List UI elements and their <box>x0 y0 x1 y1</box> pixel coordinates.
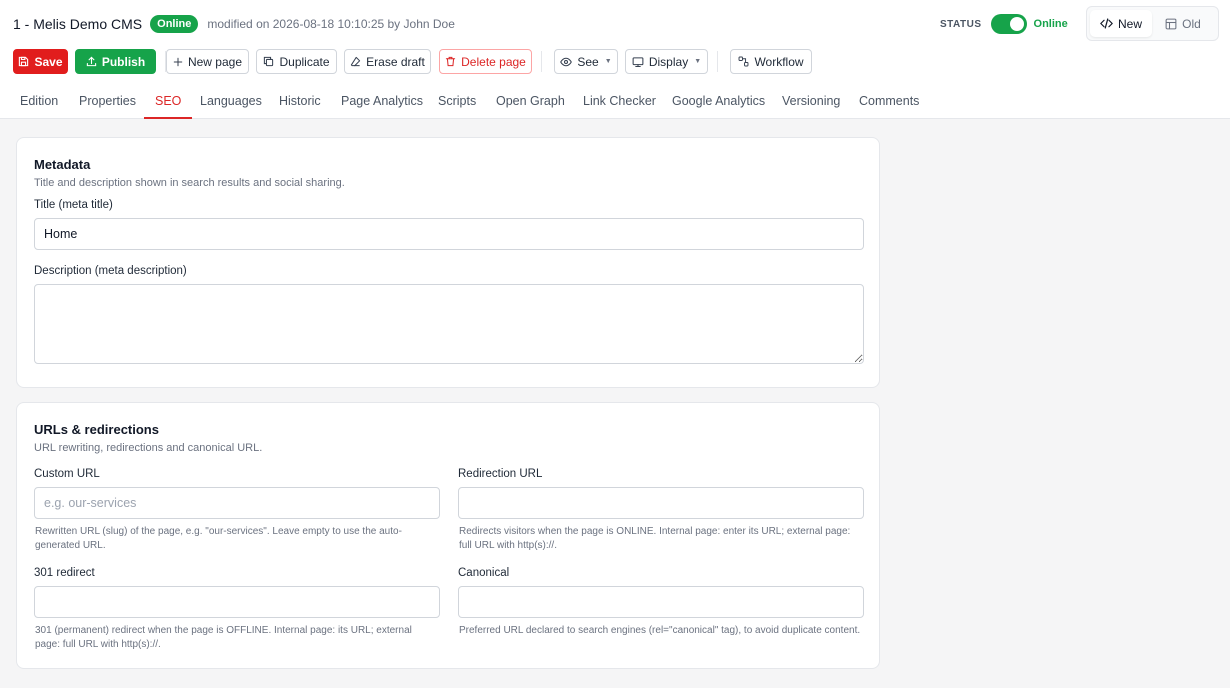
display-dropdown[interactable]: Display ▼ <box>625 49 708 74</box>
custom-url-label: Custom URL <box>34 468 100 480</box>
delete-page-label: Delete page <box>461 54 526 69</box>
save-icon <box>19 56 29 67</box>
urls-title: URLs & redirections <box>34 422 159 437</box>
canonical-input[interactable] <box>458 586 864 618</box>
tab-comments[interactable]: Comments <box>859 84 919 119</box>
canonical-label: Canonical <box>458 567 510 579</box>
page-header: 1 - Melis Demo CMS Online modified on 20… <box>0 0 1230 119</box>
duplicate-label: Duplicate <box>279 54 330 69</box>
meta-description-label: Description (meta description) <box>34 265 187 277</box>
new-page-label: New page <box>187 54 243 69</box>
tab-seo[interactable]: SEO <box>144 84 193 119</box>
toolbar-divider <box>541 51 542 72</box>
metadata-subtitle: Title and description shown in search re… <box>34 177 345 189</box>
version-old-button[interactable]: Old <box>1152 10 1214 37</box>
tab-properties[interactable]: Properties <box>79 84 136 119</box>
toolbar-divider <box>717 51 718 72</box>
tab-open-graph[interactable]: Open Graph <box>496 84 565 119</box>
redirection-url-label: Redirection URL <box>458 468 543 480</box>
duplicate-button[interactable]: Duplicate <box>256 49 337 74</box>
tab-languages[interactable]: Languages <box>200 84 262 119</box>
redirection-url-help: Redirects visitors when the page is ONLI… <box>459 526 851 551</box>
tab-versioning[interactable]: Versioning <box>782 84 840 119</box>
caret-down-icon: ▼ <box>604 58 612 65</box>
plus-icon <box>173 57 183 66</box>
redirection-url-input[interactable] <box>458 487 864 519</box>
delete-page-button[interactable]: Delete page <box>439 49 532 74</box>
online-badge: Online <box>150 15 199 33</box>
version-switch: New Old <box>1086 6 1219 41</box>
code-icon <box>1100 18 1113 29</box>
tab-bar: Edition Properties SEO Languages Histori… <box>0 84 1230 119</box>
metadata-title: Metadata <box>34 157 91 172</box>
status-label: STATUS <box>940 18 982 30</box>
publish-button[interactable]: Publish <box>75 49 156 74</box>
custom-url-input[interactable] <box>34 487 440 519</box>
metadata-card: Metadata Title and description shown in … <box>16 137 880 388</box>
modified-info: modified on 2026-08-18 10:10:25 by John … <box>207 17 455 31</box>
status-toggle[interactable] <box>990 14 1027 34</box>
page-title: 1 - Melis Demo CMS <box>13 16 143 32</box>
urls-subtitle: URL rewriting, redirections and canonica… <box>34 442 263 454</box>
redirect-301-input[interactable] <box>34 586 440 618</box>
workflow-button[interactable]: Workflow <box>730 49 812 74</box>
see-label: See <box>577 54 599 69</box>
redirect-301-label: 301 redirect <box>34 567 95 579</box>
workflow-label: Workflow <box>754 54 804 69</box>
workflow-icon <box>738 56 749 67</box>
layout-icon <box>1165 18 1177 29</box>
custom-url-help: Rewritten URL (slug) of the page, e.g. "… <box>35 526 402 551</box>
erase-draft-button[interactable]: Erase draft <box>344 49 431 74</box>
tab-page-analytics[interactable]: Page Analytics <box>341 84 423 119</box>
redirect-301-help: 301 (permanent) redirect when the page i… <box>35 625 412 650</box>
publish-label: Publish <box>101 54 146 69</box>
status-area: STATUS Online <box>940 14 1068 34</box>
tab-edition[interactable]: Edition <box>20 84 58 119</box>
tab-link-checker[interactable]: Link Checker <box>583 84 656 119</box>
tab-google-analytics[interactable]: Google Analytics <box>672 84 765 119</box>
title-row: 1 - Melis Demo CMS Online modified on 20… <box>13 14 455 34</box>
eye-icon <box>560 57 573 66</box>
new-page-button[interactable]: New page <box>166 49 249 74</box>
canonical-help: Preferred URL declared to search engines… <box>459 625 861 636</box>
caret-down-icon: ▼ <box>694 58 702 65</box>
meta-title-input[interactable] <box>34 218 864 250</box>
see-dropdown[interactable]: See ▼ <box>554 49 618 74</box>
toggle-knob <box>1009 17 1024 31</box>
version-new-button[interactable]: New <box>1090 10 1152 37</box>
save-label: Save <box>34 54 63 69</box>
display-label: Display <box>648 54 689 69</box>
tab-scripts[interactable]: Scripts <box>438 84 476 119</box>
erase-draft-label: Erase draft <box>366 54 425 69</box>
trash-icon <box>446 56 456 67</box>
eraser-icon <box>351 56 361 67</box>
urls-card: URLs & redirections URL rewriting, redir… <box>16 402 880 669</box>
version-old-label: Old <box>1182 16 1201 31</box>
copy-icon <box>264 56 274 67</box>
monitor-icon <box>632 56 644 67</box>
meta-description-textarea[interactable] <box>34 284 864 364</box>
version-new-label: New <box>1117 16 1142 31</box>
upload-icon <box>86 56 97 67</box>
save-button[interactable]: Save <box>13 49 68 74</box>
status-value: Online <box>1033 18 1068 30</box>
meta-title-label: Title (meta title) <box>34 199 113 211</box>
tab-historic[interactable]: Historic <box>279 84 321 119</box>
